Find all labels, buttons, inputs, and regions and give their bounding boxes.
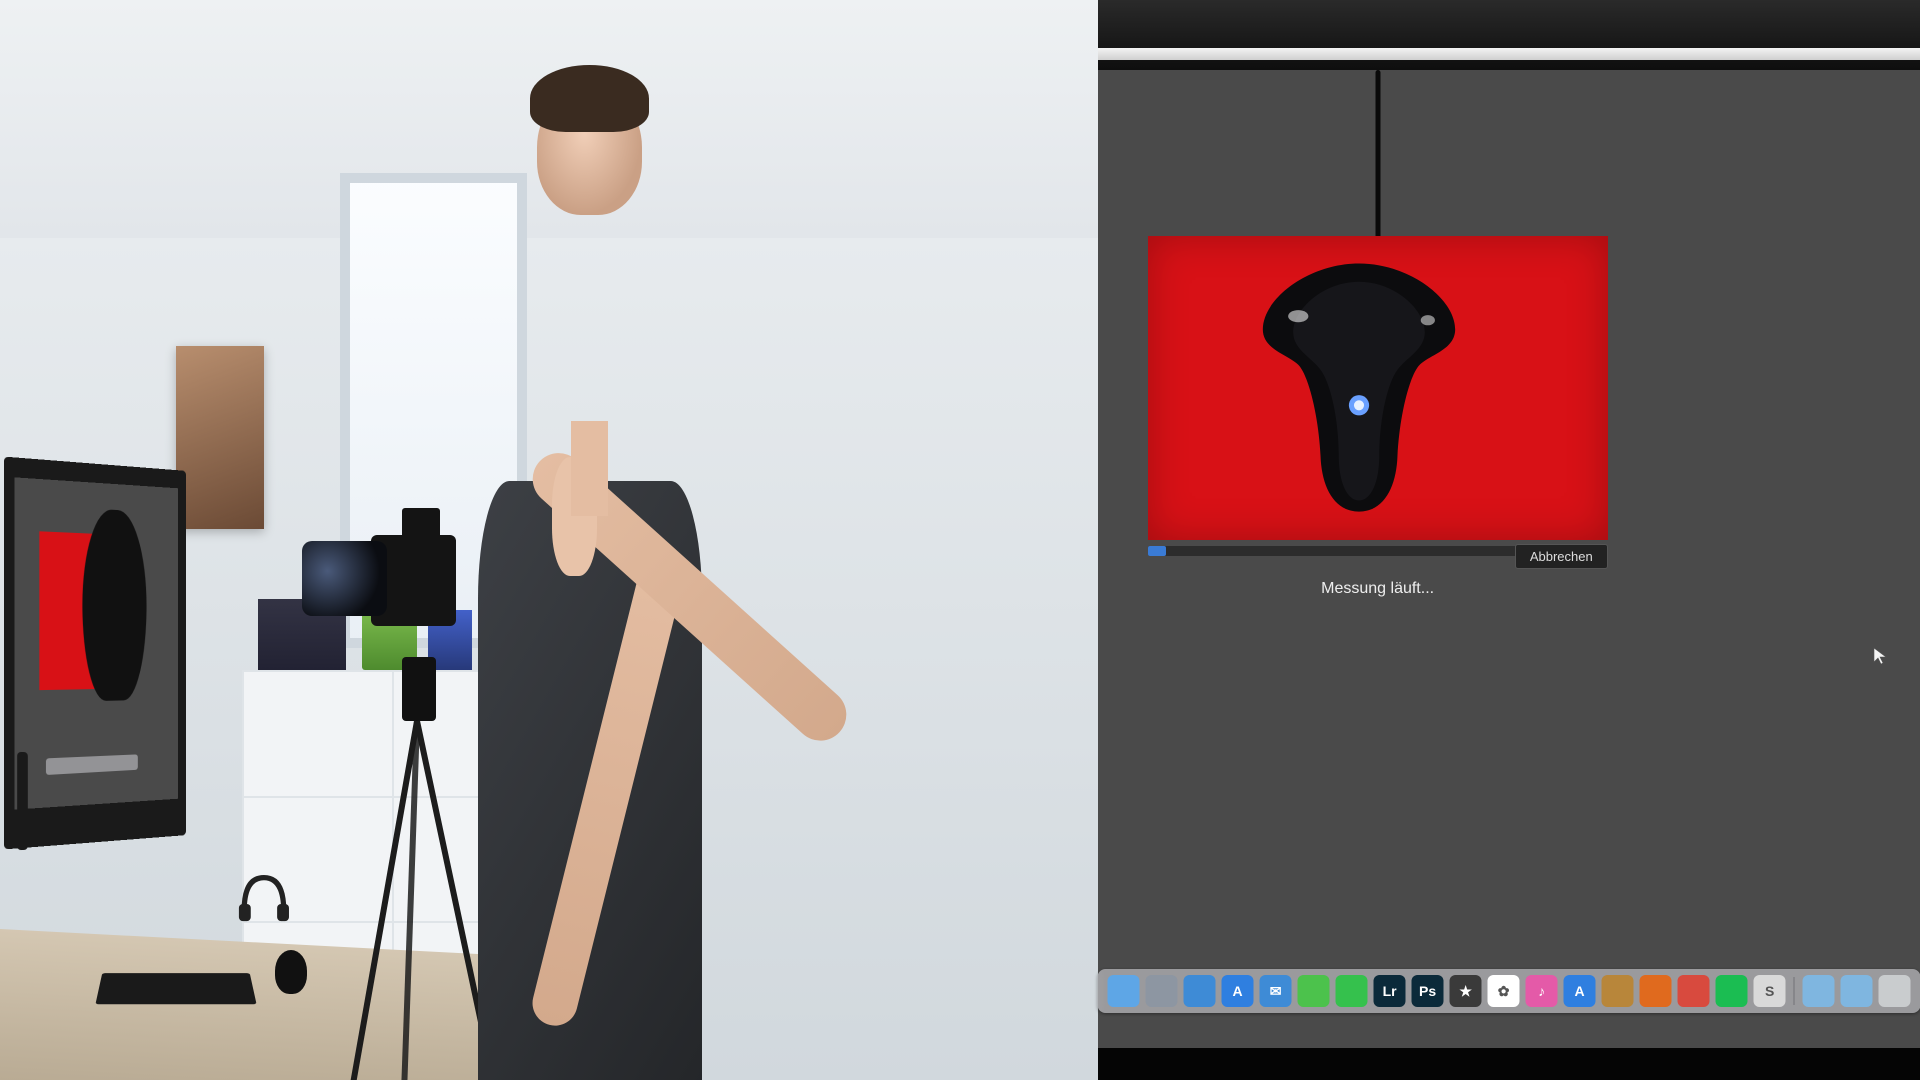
dock-launchpad-icon[interactable] — [1146, 975, 1178, 1007]
dock-app-store-2-icon[interactable]: A — [1564, 975, 1596, 1007]
dock-separator — [1794, 977, 1795, 1005]
dock-skype-icon[interactable]: S — [1754, 975, 1786, 1007]
dock-folder-1-icon[interactable] — [1803, 975, 1835, 1007]
dock-app-store-icon[interactable]: A — [1222, 975, 1254, 1007]
dock-whatsapp-icon[interactable] — [1336, 975, 1368, 1007]
mini-colorimeter-icon — [82, 508, 146, 702]
studio-photo — [0, 0, 1098, 1080]
dock-safari-icon[interactable] — [1184, 975, 1216, 1007]
dock-imovie-icon[interactable]: ★ — [1450, 975, 1482, 1007]
monitor-bezel-top — [1098, 0, 1920, 70]
dock-finder-icon[interactable] — [1108, 975, 1140, 1007]
dock-trash-icon[interactable] — [1879, 975, 1911, 1007]
dock-mail-icon[interactable]: ✉ — [1260, 975, 1292, 1007]
colorimeter-icon — [1258, 218, 1460, 552]
dock-firefox-icon[interactable] — [1640, 975, 1672, 1007]
monitor-closeup: Abbrechen Messung läuft... A✉LrPs★✿♪AS — [1098, 0, 1920, 1080]
dock-photos-icon[interactable]: ✿ — [1488, 975, 1520, 1007]
dock-spotify-icon[interactable] — [1716, 975, 1748, 1007]
progress-bar: Abbrechen — [1148, 546, 1608, 556]
person — [395, 65, 768, 1080]
screen: Abbrechen Messung läuft... A✉LrPs★✿♪AS — [1098, 70, 1920, 1047]
color-patch — [1148, 236, 1608, 540]
dock-transmit-icon[interactable] — [1602, 975, 1634, 1007]
calibration-app: Abbrechen Messung läuft... — [1148, 236, 1608, 598]
progress-fill — [1148, 546, 1166, 556]
cancel-button[interactable]: Abbrechen — [1515, 544, 1608, 569]
mini-dock — [46, 755, 138, 776]
dock-photoshop-icon[interactable]: Ps — [1412, 975, 1444, 1007]
desk-mouse — [275, 950, 308, 993]
desk-monitor — [5, 464, 192, 842]
dock-itunes-icon[interactable]: ♪ — [1526, 975, 1558, 1007]
cursor-icon — [1873, 647, 1887, 665]
keyboard — [95, 973, 256, 1004]
dock: A✉LrPs★✿♪AS — [1098, 969, 1920, 1013]
dock-lightroom-icon[interactable]: Lr — [1374, 975, 1406, 1007]
dock-folder-2-icon[interactable] — [1841, 975, 1873, 1007]
headphones-stand — [231, 853, 297, 929]
dock-chrome-icon[interactable] — [1678, 975, 1710, 1007]
monitor-bezel-bottom — [1098, 1048, 1920, 1080]
status-text: Messung läuft... — [1321, 580, 1434, 597]
dock-messages-icon[interactable] — [1298, 975, 1330, 1007]
